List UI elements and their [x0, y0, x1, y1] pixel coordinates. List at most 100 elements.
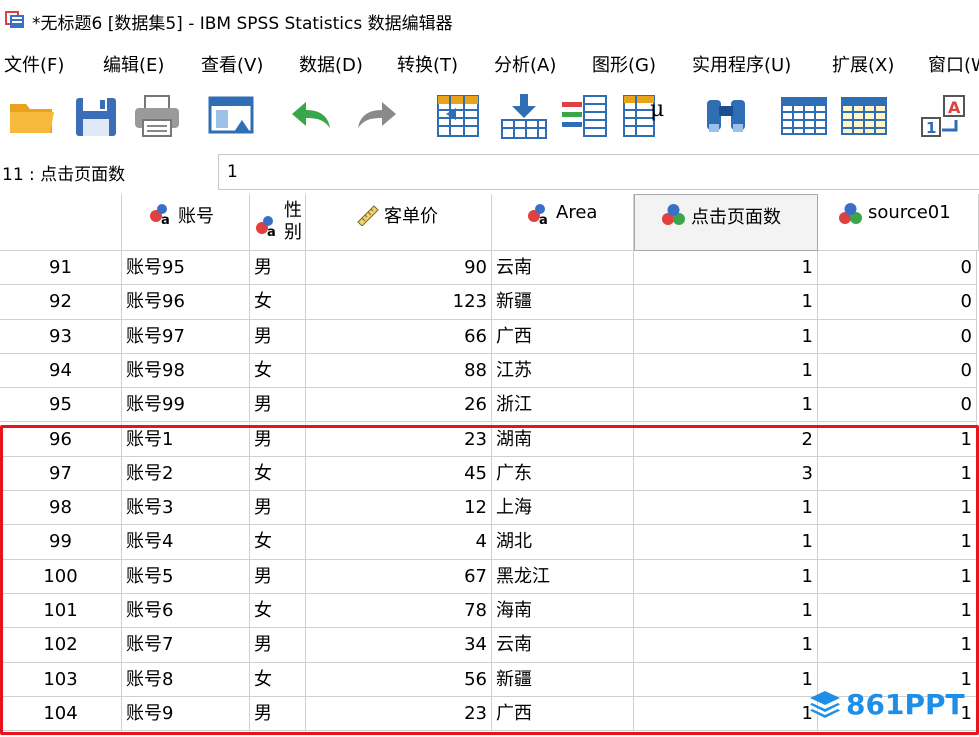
menu-window[interactable]: 窗口(W — [928, 51, 979, 77]
row-number[interactable]: 99 — [0, 525, 122, 560]
descriptives-icon[interactable]: μ — [620, 90, 672, 142]
column-header-unit-price[interactable]: 客单价 — [306, 194, 492, 251]
cell-area[interactable]: 广西 — [492, 319, 634, 354]
cell-gender[interactable]: 男 — [250, 251, 306, 286]
cell-source01[interactable]: 0 — [818, 319, 977, 354]
cell-value-input[interactable]: 1 — [218, 154, 979, 190]
cell-gender[interactable]: 女 — [250, 525, 306, 560]
goto-case-icon[interactable] — [432, 90, 484, 142]
cell-source01[interactable]: 1 — [818, 594, 977, 629]
cell-gender[interactable]: 女 — [250, 456, 306, 492]
cell-unit-price[interactable]: 56 — [306, 662, 492, 697]
cell-unit-price[interactable]: 34 — [306, 628, 492, 663]
cell-page-clicks[interactable]: 1 — [634, 491, 818, 526]
cell-page-clicks[interactable]: 1 — [634, 662, 818, 697]
cell-page-clicks[interactable]: 1 — [634, 696, 818, 732]
cell-account[interactable]: 账号5 — [122, 559, 250, 594]
cell-source01[interactable]: 1 — [818, 628, 977, 663]
cell-unit-price[interactable]: 66 — [306, 319, 492, 354]
cell-gender[interactable]: 男 — [250, 388, 306, 423]
menu-analyze[interactable]: 分析(A) — [494, 51, 556, 77]
cell-account[interactable]: 账号7 — [122, 628, 250, 663]
row-number[interactable]: 94 — [0, 353, 122, 389]
cell-area[interactable]: 湖北 — [492, 525, 634, 560]
cell-unit-price[interactable]: 26 — [306, 388, 492, 423]
cell-source01[interactable]: 1 — [818, 456, 977, 492]
cell-page-clicks[interactable]: 3 — [634, 456, 818, 492]
column-header-account[interactable]: a 账号 — [122, 194, 250, 251]
cell-gender[interactable]: 女 — [250, 285, 306, 320]
cell-source01[interactable]: 1 — [818, 491, 977, 526]
cell-page-clicks[interactable]: 1 — [634, 594, 818, 629]
column-header-source01[interactable]: source01 — [818, 194, 979, 251]
cell-area[interactable]: 广西 — [492, 696, 634, 732]
variables-icon[interactable] — [558, 90, 610, 142]
spss-app-icon[interactable] — [4, 8, 26, 30]
cell-gender[interactable]: 女 — [250, 594, 306, 629]
cell-unit-price[interactable]: 78 — [306, 594, 492, 629]
row-number[interactable]: 98 — [0, 491, 122, 526]
cell-account[interactable]: 账号9 — [122, 696, 250, 732]
cell-unit-price[interactable]: 23 — [306, 422, 492, 457]
cell-page-clicks[interactable]: 1 — [634, 628, 818, 663]
row-number[interactable]: 96 — [0, 422, 122, 457]
cell-source01[interactable]: 0 — [818, 285, 977, 320]
menu-file[interactable]: 文件(F) — [4, 51, 64, 77]
cell-source01[interactable]: 0 — [818, 251, 977, 286]
cell-area[interactable]: 江苏 — [492, 353, 634, 389]
cell-account[interactable]: 账号1 — [122, 422, 250, 457]
row-number[interactable]: 102 — [0, 628, 122, 663]
cell-account[interactable]: 账号6 — [122, 594, 250, 629]
cell-area[interactable]: 黑龙江 — [492, 559, 634, 594]
split-file-icon[interactable] — [778, 90, 830, 142]
cell-source01[interactable]: 0 — [818, 353, 977, 389]
cell-page-clicks[interactable]: 1 — [634, 525, 818, 560]
cell-unit-price[interactable]: 45 — [306, 456, 492, 492]
menu-transform[interactable]: 转换(T) — [397, 51, 458, 77]
find-icon[interactable] — [701, 90, 753, 142]
redo-icon[interactable] — [352, 90, 404, 142]
cell-gender[interactable]: 男 — [250, 696, 306, 732]
cell-account[interactable]: 账号4 — [122, 525, 250, 560]
cell-gender[interactable]: 男 — [250, 422, 306, 457]
cell-account[interactable]: 账号8 — [122, 662, 250, 697]
row-number[interactable]: 95 — [0, 388, 122, 423]
cell-area[interactable]: 湖南 — [492, 422, 634, 457]
cell-page-clicks[interactable]: 1 — [634, 388, 818, 423]
cell-area[interactable]: 浙江 — [492, 388, 634, 423]
row-number[interactable]: 101 — [0, 594, 122, 629]
cell-area[interactable]: 广东 — [492, 456, 634, 492]
menu-edit[interactable]: 编辑(E) — [103, 51, 164, 77]
weight-cases-icon[interactable] — [838, 90, 890, 142]
cell-page-clicks[interactable]: 1 — [634, 285, 818, 320]
cell-area[interactable]: 海南 — [492, 594, 634, 629]
cell-page-clicks[interactable]: 1 — [634, 353, 818, 389]
row-number[interactable]: 97 — [0, 456, 122, 492]
cell-page-clicks[interactable]: 1 — [634, 319, 818, 354]
row-number[interactable]: 104 — [0, 696, 122, 732]
cell-gender[interactable]: 男 — [250, 319, 306, 354]
cell-unit-price[interactable]: 88 — [306, 353, 492, 389]
cell-gender[interactable]: 男 — [250, 628, 306, 663]
row-header-corner[interactable] — [0, 194, 122, 251]
row-number[interactable]: 93 — [0, 319, 122, 354]
cell-unit-price[interactable]: 90 — [306, 251, 492, 286]
cell-account[interactable]: 账号96 — [122, 285, 250, 320]
menu-graphs[interactable]: 图形(G) — [592, 51, 656, 77]
cell-source01[interactable]: 0 — [818, 388, 977, 423]
cell-area[interactable]: 云南 — [492, 628, 634, 663]
undo-icon[interactable] — [284, 90, 336, 142]
cell-source01[interactable]: 1 — [818, 559, 977, 594]
menu-extensions[interactable]: 扩展(X) — [832, 51, 894, 77]
row-number[interactable]: 100 — [0, 559, 122, 594]
cell-gender[interactable]: 男 — [250, 559, 306, 594]
cell-gender[interactable]: 女 — [250, 662, 306, 697]
row-number[interactable]: 92 — [0, 285, 122, 320]
dialog-recall-icon[interactable] — [206, 90, 258, 142]
cell-page-clicks[interactable]: 1 — [634, 251, 818, 286]
cell-page-clicks[interactable]: 2 — [634, 422, 818, 457]
cell-page-clicks[interactable]: 1 — [634, 559, 818, 594]
cell-source01[interactable]: 1 — [818, 525, 977, 560]
column-header-area[interactable]: a Area — [492, 194, 634, 251]
cell-gender[interactable]: 男 — [250, 491, 306, 526]
